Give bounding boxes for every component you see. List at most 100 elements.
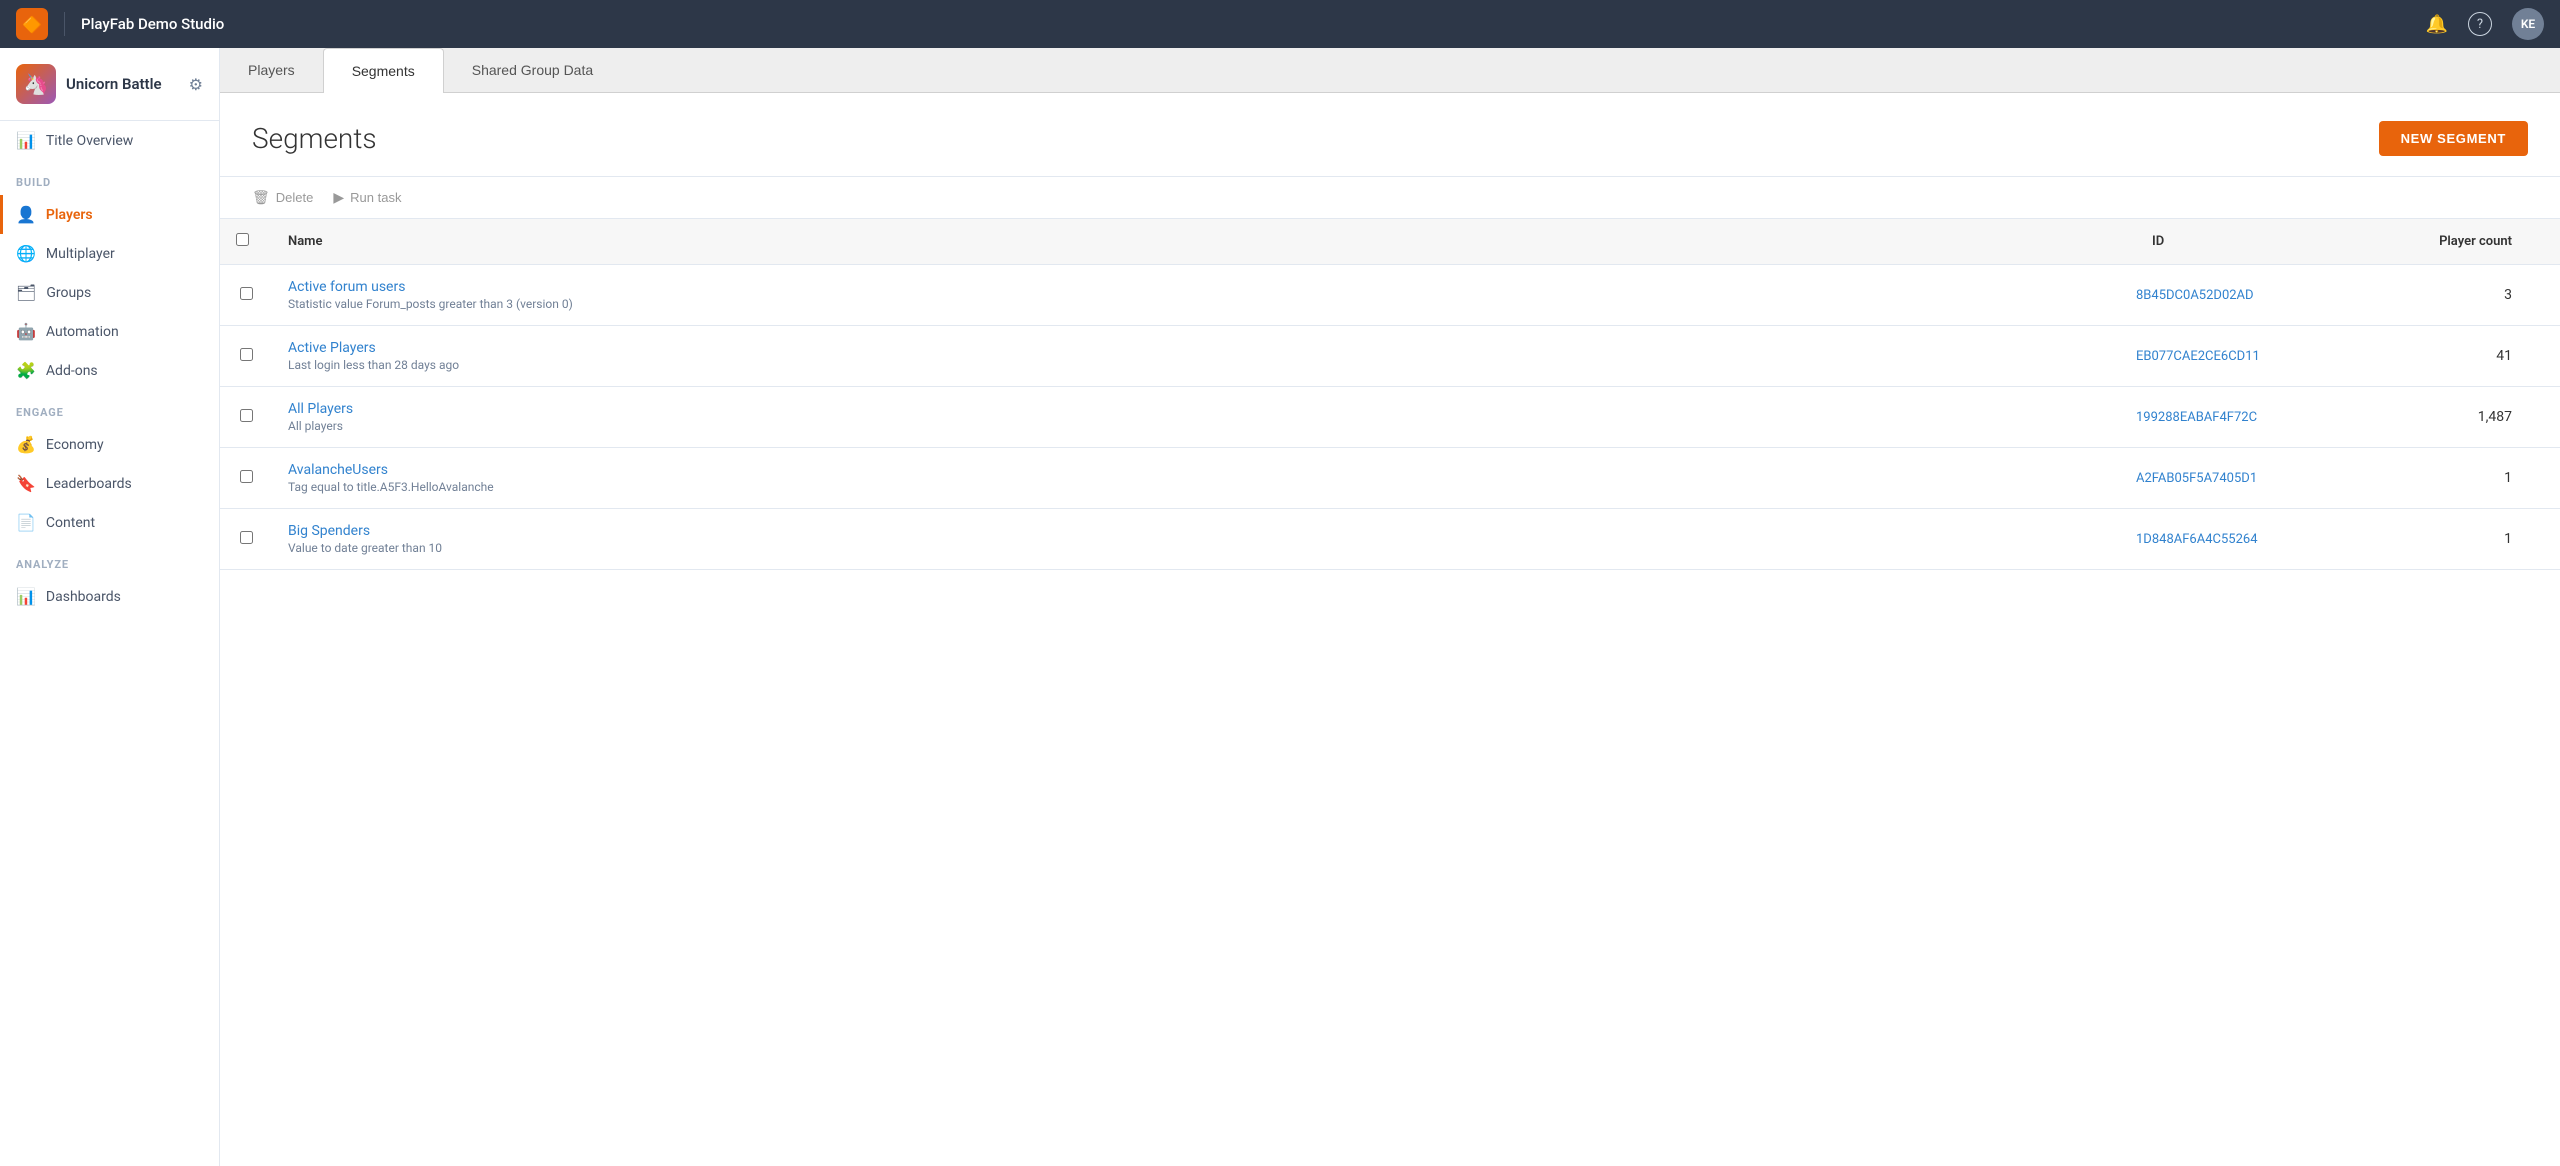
- new-segment-button[interactable]: NEW SEGMENT: [2379, 121, 2528, 156]
- sidebar-item-leaderboards[interactable]: 🔖 Leaderboards: [0, 464, 219, 503]
- toolbar: 🗑 Delete ▶ Run task: [220, 176, 2560, 219]
- segment-name-link[interactable]: Active forum users: [288, 279, 2104, 295]
- row-name-cell: Active forum users Statistic value Forum…: [272, 265, 2120, 326]
- row-player-count: 1,487: [2380, 387, 2560, 448]
- row-name-cell: Active Players Last login less than 28 d…: [272, 326, 2120, 387]
- app-logo: 🦄: [16, 64, 56, 104]
- economy-label: Economy: [46, 437, 104, 453]
- addons-icon: 🧩: [16, 361, 36, 380]
- analyze-section-label: ANALYZE: [0, 542, 219, 577]
- row-player-count: 41: [2380, 326, 2560, 387]
- multiplayer-icon: 🌐: [16, 244, 36, 263]
- run-task-label: Run task: [350, 190, 401, 205]
- automation-label: Automation: [46, 324, 119, 340]
- sidebar-item-multiplayer[interactable]: 🌐 Multiplayer: [0, 234, 219, 273]
- row-id-cell[interactable]: EB077CAE2CE6CD11: [2120, 326, 2380, 387]
- segment-name-link[interactable]: AvalancheUsers: [288, 462, 2104, 478]
- play-icon: ▶: [333, 189, 344, 206]
- bar-chart-icon: 📊: [16, 131, 36, 150]
- content-area: Segments NEW SEGMENT 🗑 Delete ▶ Run task: [220, 93, 2560, 1166]
- segments-title: Segments: [252, 122, 377, 155]
- segment-name-link[interactable]: Active Players: [288, 340, 2104, 356]
- row-checkbox-1[interactable]: [240, 348, 253, 361]
- dashboards-label: Dashboards: [46, 589, 121, 605]
- table-row: Big Spenders Value to date greater than …: [220, 509, 2560, 570]
- app-layout: 🦄 Unicorn Battle ⚙ 📊 Title Overview BUIL…: [0, 48, 2560, 1166]
- sidebar-item-economy[interactable]: 💰 Economy: [0, 425, 219, 464]
- studio-title: PlayFab Demo Studio: [81, 15, 224, 33]
- sidebar-item-dashboards[interactable]: 📊 Dashboards: [0, 577, 219, 616]
- sidebar-item-title-overview[interactable]: 📊 Title Overview: [0, 121, 219, 160]
- table-row: AvalancheUsers Tag equal to title.A5F3.H…: [220, 448, 2560, 509]
- players-label: Players: [46, 207, 93, 223]
- row-description: Value to date greater than 10: [288, 541, 2104, 555]
- settings-icon[interactable]: ⚙: [189, 75, 203, 94]
- header-checkbox-cell: [220, 219, 272, 265]
- leaderboards-icon: 🔖: [16, 474, 36, 493]
- build-section-label: BUILD: [0, 160, 219, 195]
- notification-icon[interactable]: 🔔: [2426, 14, 2448, 35]
- row-player-count: 1: [2380, 509, 2560, 570]
- leaderboards-label: Leaderboards: [46, 476, 132, 492]
- row-description: All players: [288, 419, 2104, 433]
- table-row: Active forum users Statistic value Forum…: [220, 265, 2560, 326]
- content-icon: 📄: [16, 513, 36, 532]
- tab-segments[interactable]: Segments: [323, 48, 444, 93]
- addons-label: Add-ons: [46, 363, 98, 379]
- sidebar-item-automation[interactable]: 🤖 Automation: [0, 312, 219, 351]
- row-checkbox-cell: [220, 265, 272, 326]
- row-id-cell[interactable]: 1D848AF6A4C55264: [2120, 509, 2380, 570]
- row-checkbox-cell: [220, 326, 272, 387]
- title-overview-label: Title Overview: [46, 133, 133, 149]
- nav-divider: [64, 12, 65, 36]
- segment-name-link[interactable]: Big Spenders: [288, 523, 2104, 539]
- row-id-cell[interactable]: A2FAB05F5A7405D1: [2120, 448, 2380, 509]
- top-nav-actions: 🔔 ? KE: [2426, 8, 2544, 40]
- row-checkbox-cell: [220, 509, 272, 570]
- header-name: Name: [272, 219, 2120, 265]
- row-checkbox-3[interactable]: [240, 470, 253, 483]
- select-all-checkbox[interactable]: [236, 233, 249, 246]
- groups-icon: 🗂: [16, 283, 36, 302]
- run-task-button[interactable]: ▶ Run task: [333, 189, 401, 206]
- segments-table-wrapper: Name ID Player count Active forum users …: [220, 219, 2560, 570]
- tab-shared-group-data[interactable]: Shared Group Data: [444, 48, 621, 92]
- delete-label: Delete: [276, 190, 314, 205]
- trash-icon: 🗑: [252, 189, 270, 206]
- sidebar-item-content[interactable]: 📄 Content: [0, 503, 219, 542]
- delete-button[interactable]: 🗑 Delete: [252, 189, 313, 206]
- user-avatar[interactable]: KE: [2512, 8, 2544, 40]
- row-id-cell[interactable]: 199288EABAF4F72C: [2120, 387, 2380, 448]
- table-row: Active Players Last login less than 28 d…: [220, 326, 2560, 387]
- engage-section-label: ENGAGE: [0, 390, 219, 425]
- help-icon[interactable]: ?: [2468, 12, 2492, 36]
- tab-players[interactable]: Players: [220, 48, 323, 92]
- top-nav: 🔶 PlayFab Demo Studio 🔔 ? KE: [0, 0, 2560, 48]
- tab-bar: Players Segments Shared Group Data: [220, 48, 2560, 93]
- sidebar-header: 🦄 Unicorn Battle ⚙: [0, 48, 219, 121]
- main-content: Players Segments Shared Group Data Segme…: [220, 48, 2560, 1166]
- row-checkbox-0[interactable]: [240, 287, 253, 300]
- multiplayer-label: Multiplayer: [46, 246, 115, 262]
- sidebar-item-groups[interactable]: 🗂 Groups: [0, 273, 219, 312]
- row-description: Tag equal to title.A5F3.HelloAvalanche: [288, 480, 2104, 494]
- content-label: Content: [46, 515, 95, 531]
- row-id-cell[interactable]: 8B45DC0A52D02AD: [2120, 265, 2380, 326]
- row-name-cell: Big Spenders Value to date greater than …: [272, 509, 2120, 570]
- sidebar-item-players[interactable]: 👤 Players: [0, 195, 219, 234]
- groups-label: Groups: [46, 285, 91, 301]
- automation-icon: 🤖: [16, 322, 36, 341]
- row-description: Last login less than 28 days ago: [288, 358, 2104, 372]
- row-checkbox-2[interactable]: [240, 409, 253, 422]
- row-name-cell: AvalancheUsers Tag equal to title.A5F3.H…: [272, 448, 2120, 509]
- row-player-count: 1: [2380, 448, 2560, 509]
- playfab-logo: 🔶: [16, 8, 48, 40]
- header-player-count: Player count: [2380, 219, 2560, 265]
- table-row: All Players All players 199288EABAF4F72C…: [220, 387, 2560, 448]
- sidebar-item-addons[interactable]: 🧩 Add-ons: [0, 351, 219, 390]
- row-checkbox-cell: [220, 448, 272, 509]
- table-header-row: Name ID Player count: [220, 219, 2560, 265]
- row-checkbox-4[interactable]: [240, 531, 253, 544]
- segment-name-link[interactable]: All Players: [288, 401, 2104, 417]
- dashboards-icon: 📊: [16, 587, 36, 606]
